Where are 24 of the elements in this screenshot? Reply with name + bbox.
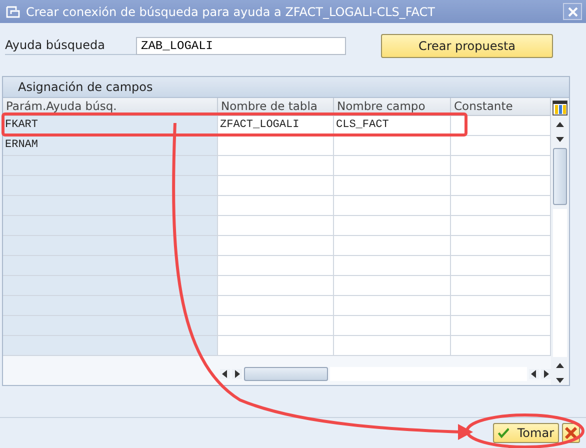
- create-proposal-button[interactable]: Crear propuesta: [381, 34, 553, 58]
- table-cell: ZFACT_LOGALI: [218, 116, 334, 136]
- search-help-field[interactable]: ZAB_LOGALI: [136, 37, 346, 55]
- scrollbar-thumb[interactable]: [244, 367, 328, 381]
- scroll-right-icon[interactable]: [541, 369, 551, 379]
- window-title: Crear conexión de búsqueda para ayuda a ZFACT_LOGALI-CLS_FACT: [26, 4, 436, 18]
- scroll-left-icon[interactable]: [529, 369, 539, 379]
- window-icon: [6, 6, 20, 18]
- close-icon: [565, 427, 577, 439]
- column-header[interactable]: Constante: [451, 98, 551, 116]
- scroll-down-icon[interactable]: [555, 375, 565, 385]
- table-cell: CLS_FACT: [334, 116, 451, 136]
- table-title: Asignación de campos: [3, 77, 569, 98]
- close-icon: [566, 6, 578, 18]
- take-button[interactable]: Tomar: [493, 423, 559, 443]
- checkmark-icon: [498, 426, 510, 440]
- scroll-right-icon[interactable]: [232, 369, 242, 379]
- scroll-up-icon[interactable]: [555, 361, 565, 371]
- scroll-up-icon[interactable]: [555, 120, 565, 130]
- scrollbar-thumb[interactable]: [553, 148, 567, 205]
- key-cell: ERNAM: [3, 136, 218, 156]
- scroll-left-icon[interactable]: [220, 369, 230, 379]
- column-settings-icon[interactable]: [552, 100, 568, 116]
- scroll-down-icon[interactable]: [555, 134, 565, 144]
